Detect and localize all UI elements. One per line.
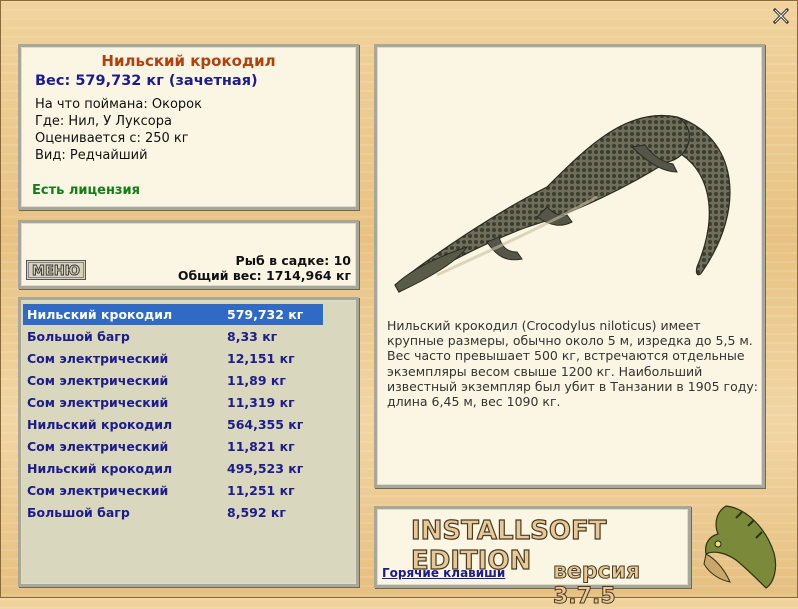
fish-weight: Вес: 579,732 кг (зачетная) (35, 73, 258, 89)
kind-info: Вид: Редчайший (35, 148, 148, 163)
total-weight: Общий вес: 1714,964 кг (177, 268, 351, 283)
list-item-name: Большой багр (27, 505, 130, 520)
list-item-name: Сом электрический (27, 395, 169, 410)
list-item[interactable]: Большой багр 8,33 кг (23, 326, 323, 347)
list-item[interactable]: Сом электрический 11,821 кг (23, 436, 323, 457)
bait-info: На что поймана: Окорок (35, 97, 202, 112)
list-item[interactable]: Сом электрический 11,89 кг (23, 370, 323, 391)
menu-button[interactable]: МЕНЮ (26, 260, 86, 280)
close-icon (772, 7, 790, 25)
menu-label: МЕНЮ (32, 264, 80, 279)
place-info: Где: Нил, У Луксора (35, 114, 172, 129)
list-item-name: Нильский крокодил (27, 307, 173, 322)
value-info: Оценивается с: 250 кг (35, 131, 189, 146)
cage-panel: МЕНЮ Рыб в садке: 10 Общий вес: 1714,964… (18, 220, 359, 289)
list-item[interactable]: Нильский крокодил 564,355 кг (23, 414, 323, 435)
list-item-weight: 8,592 кг (227, 505, 286, 520)
fish-count: Рыб в садке: 10 (235, 253, 351, 268)
list-item-weight: 495,523 кг (227, 461, 304, 476)
list-item-weight: 11,251 кг (227, 483, 295, 498)
crocodile-image (394, 114, 731, 293)
list-item-weight: 564,355 кг (227, 417, 304, 432)
list-item-name: Нильский крокодил (27, 461, 173, 476)
list-item-name: Большой багр (27, 329, 130, 344)
brand-panel: INSTALLSOFT EDITION Горячие клавиши верс… (374, 506, 691, 609)
catch-list[interactable]: Нильский крокодил 579,732 кг Большой багр 8… (18, 297, 359, 587)
list-item[interactable]: Сом электрический 11,251 кг (23, 480, 323, 501)
version-label: версия 3.7.5 (553, 559, 641, 609)
list-item-name: Сом электрический (27, 483, 169, 498)
fish-description: Нильский крокодил (Crocodylus niloticus)… (387, 318, 759, 410)
list-item-name: Нильский крокодил (27, 417, 173, 432)
list-item-weight: 11,821 кг (227, 439, 295, 454)
list-item[interactable]: Нильский крокодил 579,732 кг (23, 304, 323, 325)
list-item[interactable]: Сом электрический 11,319 кг (23, 392, 323, 413)
list-item-weight: 11,89 кг (227, 373, 286, 388)
hotkeys-link[interactable]: Горячие клавиши (382, 566, 505, 580)
list-item[interactable]: Большой багр 8,592 кг (23, 502, 323, 523)
list-item[interactable]: Нильский крокодил 495,523 кг (23, 458, 323, 479)
close-button[interactable] (772, 7, 790, 25)
list-item-weight: 579,732 кг (227, 307, 304, 322)
fish-title: Нильский крокодил (101, 52, 276, 70)
list-item-name: Сом электрический (27, 351, 169, 366)
fish-picture-panel: Нильский крокодил (Crocodylus niloticus)… (374, 44, 765, 488)
license-status: Есть лицензия (32, 183, 140, 198)
list-item-weight: 11,319 кг (227, 395, 295, 410)
list-item-weight: 8,33 кг (227, 329, 278, 344)
list-item-weight: 12,151 кг (227, 351, 295, 366)
fish-info-panel: Нильский крокодил Вес: 579,732 кг (зачет… (18, 44, 359, 210)
list-item-name: Сом электрический (27, 373, 169, 388)
list-item-name: Сом электрический (27, 439, 169, 454)
pike-icon (703, 505, 777, 589)
list-item[interactable]: Сом электрический 12,151 кг (23, 348, 323, 369)
